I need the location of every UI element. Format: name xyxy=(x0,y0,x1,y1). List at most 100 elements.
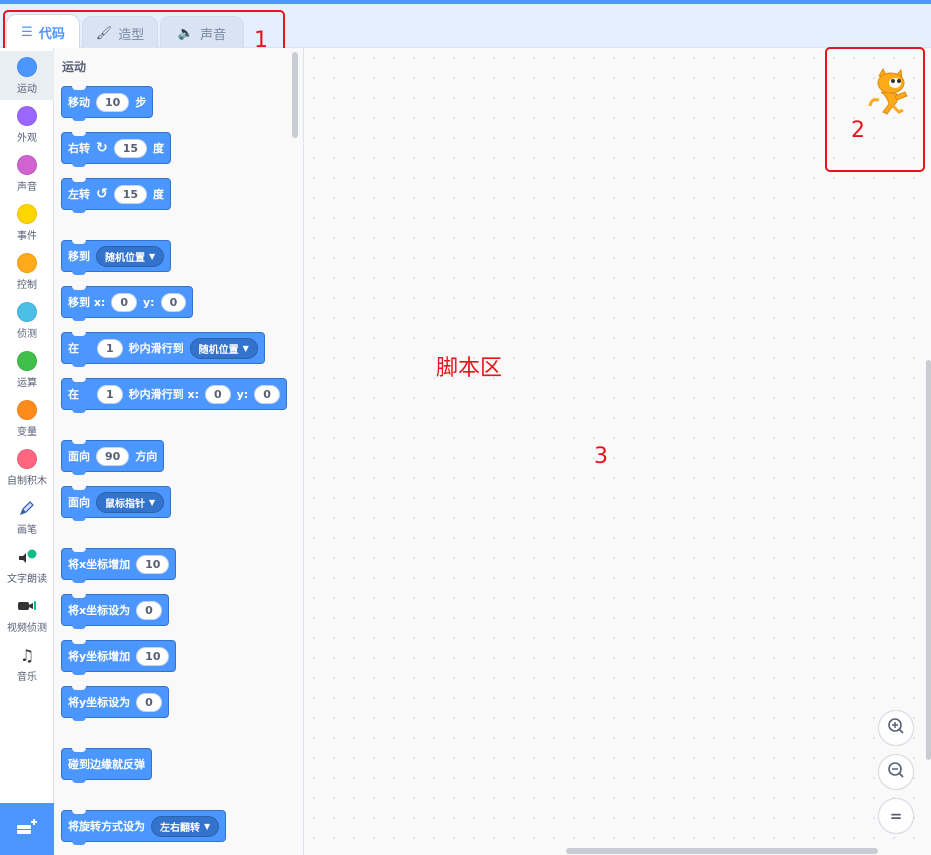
set-y-input[interactable]: 0 xyxy=(136,692,162,712)
change-x-input[interactable]: 10 xyxy=(136,554,170,574)
sound-color-dot xyxy=(17,155,37,175)
glide-target-dropdown[interactable]: 随机位置 ▼ xyxy=(189,337,258,359)
palette-category-title: 运动 xyxy=(62,60,87,74)
block-text: 方向 xyxy=(135,450,158,463)
category-my-blocks[interactable]: 自制积木 xyxy=(0,443,54,492)
degrees-input[interactable]: 15 xyxy=(113,184,148,204)
y-input[interactable]: 0 xyxy=(254,384,280,404)
category-label: 运动 xyxy=(17,84,37,95)
block-text: 在 xyxy=(68,342,79,355)
block-text: 将y坐标增加 xyxy=(68,650,131,663)
caret-down-icon: ▼ xyxy=(149,251,156,261)
zoom-reset-icon: = xyxy=(889,807,903,825)
palette-scrollbar[interactable] xyxy=(292,52,298,138)
block-text: 碰到边缘就反弹 xyxy=(68,758,145,771)
add-extension-button[interactable] xyxy=(0,803,54,855)
dropdown-value: 左右翻转 xyxy=(160,822,200,834)
category-label: 侦测 xyxy=(17,329,37,340)
steps-input[interactable]: 10 xyxy=(96,92,130,112)
degrees-input[interactable]: 15 xyxy=(113,138,148,158)
point-towards-dropdown[interactable]: 鼠标指针 ▼ xyxy=(96,491,165,513)
music-icon: ♫ xyxy=(19,645,35,665)
zoom-out-icon xyxy=(887,761,905,783)
operators-color-dot xyxy=(17,351,37,371)
block-set-y[interactable]: 将y坐标设为 0 xyxy=(61,686,169,721)
block-go-to[interactable]: 移到 随机位置 ▼ xyxy=(61,240,172,275)
block-set-rotation-style[interactable]: 将旋转方式设为 左右翻转 ▼ xyxy=(61,810,227,845)
category-label: 画笔 xyxy=(17,525,37,536)
annotation-number-2: 2 xyxy=(851,118,865,143)
x-input[interactable]: 0 xyxy=(111,292,137,312)
block-turn-right[interactable]: 右转 ↻ 15 度 xyxy=(61,132,172,167)
change-y-input[interactable]: 10 xyxy=(136,646,170,666)
sprite-cat-icon xyxy=(865,66,917,118)
category-music[interactable]: ♫ 音乐 xyxy=(0,639,54,688)
category-label: 外观 xyxy=(17,133,37,144)
seconds-input[interactable]: 1 xyxy=(97,384,123,404)
block-change-y[interactable]: 将y坐标增加 10 xyxy=(61,640,177,675)
block-go-to-xy[interactable]: 移到 x: 0 y: 0 xyxy=(61,286,194,321)
block-move-steps[interactable]: 移动 10 步 xyxy=(61,86,154,121)
caret-down-icon: ▼ xyxy=(204,821,211,831)
zoom-out-button[interactable] xyxy=(878,754,914,790)
category-sensing[interactable]: 侦测 xyxy=(0,296,54,345)
category-motion[interactable]: 运动 xyxy=(0,51,54,100)
block-point-in-direction[interactable]: 面向 90 方向 xyxy=(61,440,165,475)
block-change-x[interactable]: 将x坐标增加 10 xyxy=(61,548,177,583)
block-bounce-on-edge[interactable]: 碰到边缘就反弹 xyxy=(61,748,152,783)
block-glide-to-xy[interactable]: 在 1 秒内滑行到 x: 0 y: 0 xyxy=(61,378,287,413)
seconds-input[interactable]: 1 xyxy=(97,338,123,358)
category-operators[interactable]: 运算 xyxy=(0,345,54,394)
category-label: 音乐 xyxy=(17,672,37,683)
rotate-right-icon: ↻ xyxy=(96,140,108,156)
motion-color-dot xyxy=(17,57,37,77)
block-text: 移动 xyxy=(68,96,90,109)
category-looks[interactable]: 外观 xyxy=(0,100,54,149)
caret-down-icon: ▼ xyxy=(242,343,249,353)
block-text: 右转 xyxy=(68,142,90,155)
block-text: 将x坐标设为 xyxy=(68,604,131,617)
zoom-in-button[interactable] xyxy=(878,710,914,746)
category-menu: 运动 外观 声音 事件 控制 侦测 运算 变量 自制积木 画笔 文字朗读 视频侦… xyxy=(0,48,54,803)
rotation-style-dropdown[interactable]: 左右翻转 ▼ xyxy=(151,815,220,837)
block-text: 将旋转方式设为 xyxy=(68,820,145,833)
category-label: 文字朗读 xyxy=(7,574,47,585)
block-text: 将y坐标设为 xyxy=(68,696,131,709)
control-color-dot xyxy=(17,253,37,273)
annotation-number-3: 3 xyxy=(594,444,608,469)
category-text-to-speech[interactable]: 文字朗读 xyxy=(0,541,54,590)
category-video-sensing[interactable]: 视频侦测 xyxy=(0,590,54,639)
block-text: 在 xyxy=(68,388,79,401)
block-text: 移到 xyxy=(68,250,90,263)
add-extension-icon xyxy=(15,817,39,842)
y-input[interactable]: 0 xyxy=(160,292,187,312)
block-set-x[interactable]: 将x坐标设为 0 xyxy=(61,594,169,629)
category-label: 运算 xyxy=(17,378,37,389)
category-variables[interactable]: 变量 xyxy=(0,394,54,443)
category-pen[interactable]: 画笔 xyxy=(0,492,54,541)
x-input[interactable]: 0 xyxy=(204,384,231,404)
block-text: 秒内滑行到 x: xyxy=(128,388,199,401)
block-point-towards[interactable]: 面向 鼠标指针 ▼ xyxy=(61,486,172,521)
category-events[interactable]: 事件 xyxy=(0,198,54,247)
caret-down-icon: ▼ xyxy=(149,497,156,507)
pen-icon xyxy=(17,498,37,518)
category-label: 声音 xyxy=(17,182,37,193)
category-control[interactable]: 控制 xyxy=(0,247,54,296)
zoom-reset-button[interactable]: = xyxy=(878,798,914,834)
rotate-left-icon: ↺ xyxy=(96,186,108,202)
block-text: y: xyxy=(142,295,155,309)
variables-color-dot xyxy=(17,400,37,420)
script-area-horizontal-scrollbar[interactable] xyxy=(566,848,878,854)
text-to-speech-icon xyxy=(17,547,37,567)
category-label: 事件 xyxy=(17,231,37,242)
category-sound[interactable]: 声音 xyxy=(0,149,54,198)
block-glide-to[interactable]: 在 1 秒内滑行到 随机位置 ▼ xyxy=(61,332,265,367)
sensing-color-dot xyxy=(17,302,37,322)
block-turn-left[interactable]: 左转 ↺ 15 度 xyxy=(61,178,172,213)
script-area-label: 脚本区 xyxy=(436,356,503,381)
goto-target-dropdown[interactable]: 随机位置 ▼ xyxy=(96,245,165,267)
script-area-vertical-scrollbar[interactable] xyxy=(926,360,931,760)
direction-input[interactable]: 90 xyxy=(96,446,130,466)
set-x-input[interactable]: 0 xyxy=(136,600,162,620)
